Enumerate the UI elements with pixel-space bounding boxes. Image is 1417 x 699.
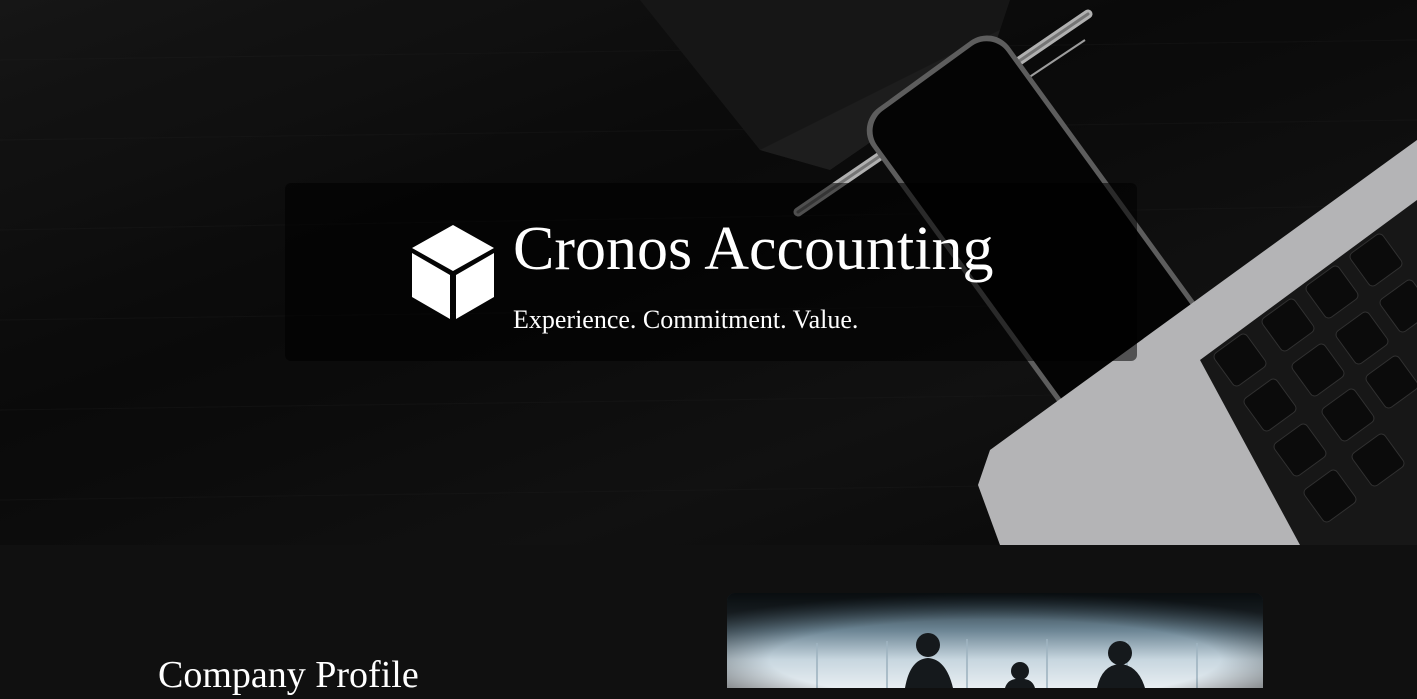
company-profile-section: Company Profile — [0, 545, 1417, 696]
profile-photo — [727, 593, 1263, 688]
site-title: Cronos Accounting — [513, 215, 994, 283]
hero-section: Cronos Accounting Experience. Commitment… — [0, 0, 1417, 545]
site-tagline: Experience. Commitment. Value. — [513, 305, 859, 334]
cube-icon — [412, 225, 494, 319]
company-profile-heading: Company Profile — [158, 654, 419, 696]
office-meeting-image — [727, 593, 1263, 688]
